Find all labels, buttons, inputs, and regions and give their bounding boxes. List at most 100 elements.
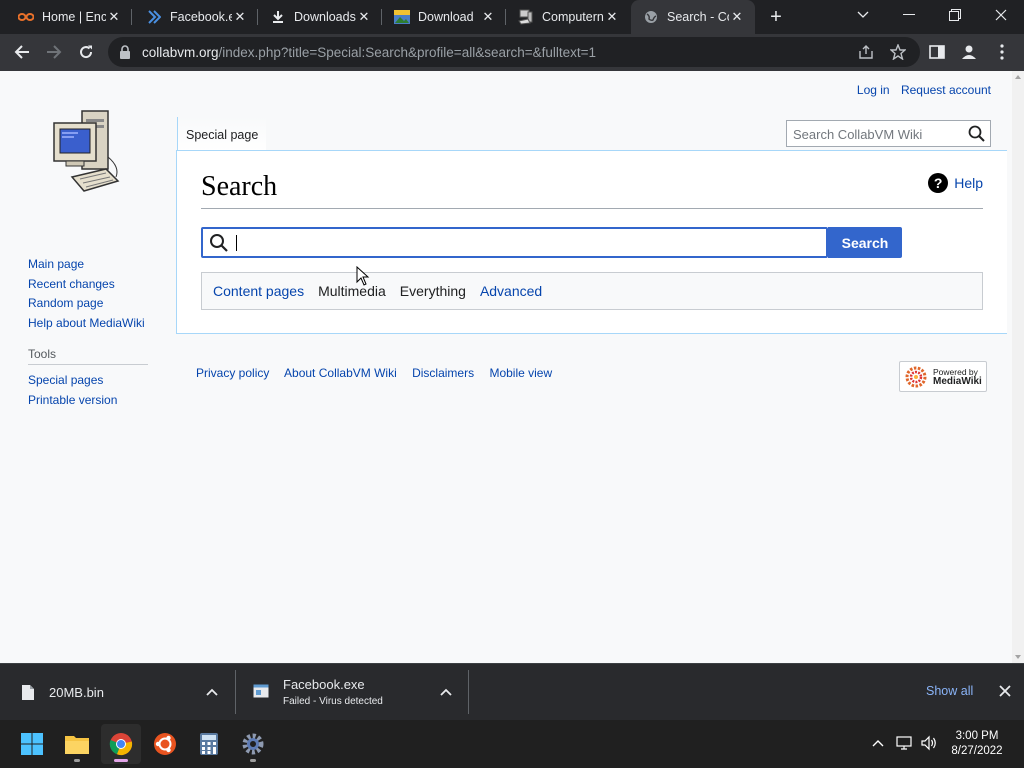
profile-advanced[interactable]: Advanced <box>480 283 542 299</box>
personal-tools: Log in Request account <box>849 83 991 97</box>
close-icon[interactable]: ✕ <box>232 9 248 25</box>
tab-strip: Home | Enc ✕ Facebook.e ✕ Downloads ✕ Do… <box>0 0 1024 34</box>
close-icon[interactable]: ✕ <box>106 9 122 25</box>
url-text: collabvm.org/index.php?title=Special:Sea… <box>142 45 596 60</box>
tab-facebook-exe[interactable]: Facebook.e ✕ <box>134 0 258 34</box>
tab-search-active[interactable]: Search - Co ✕ <box>631 0 755 34</box>
tab-computern[interactable]: Computern ✕ <box>506 0 630 34</box>
share-icon[interactable] <box>857 43 875 61</box>
tab-download[interactable]: Download ✕ <box>382 0 506 34</box>
volume-icon[interactable] <box>920 734 938 752</box>
back-button[interactable] <box>9 39 35 65</box>
footer-mobile-view[interactable]: Mobile view <box>489 366 552 380</box>
tab-title: Download <box>418 10 474 24</box>
calculator-icon <box>200 733 218 755</box>
chevron-up-icon[interactable] <box>439 685 453 699</box>
footer-about[interactable]: About CollabVM Wiki <box>284 366 397 380</box>
show-all-downloads-link[interactable]: Show all <box>926 684 973 698</box>
request-account-link[interactable]: Request account <box>901 83 991 97</box>
site-logo[interactable] <box>50 107 126 195</box>
minimize-button[interactable] <box>886 0 932 30</box>
tools-heading-label: Tools <box>28 347 57 361</box>
close-window-button[interactable] <box>978 0 1024 30</box>
running-indicator <box>74 759 80 762</box>
search-query-input[interactable] <box>201 227 828 258</box>
search-button[interactable]: Search <box>828 227 902 258</box>
close-icon[interactable]: ✕ <box>480 9 496 25</box>
tab-downloads[interactable]: Downloads ✕ <box>258 0 382 34</box>
mediawiki-flower-icon <box>905 366 927 388</box>
file-explorer-icon <box>65 736 89 754</box>
start-button[interactable] <box>12 724 52 764</box>
content-area: Search ? Help Search Content pages Multi… <box>176 150 1007 334</box>
sidebar-item-printable-version[interactable]: Printable version <box>28 393 148 413</box>
download-info: Facebook.exe Failed - Virus detected <box>283 677 383 707</box>
powered-by-mediawiki-badge[interactable]: Powered by MediaWiki <box>899 361 987 392</box>
chevron-up-icon[interactable] <box>205 685 219 699</box>
close-icon[interactable] <box>997 683 1013 699</box>
sidebar-item-help[interactable]: Help about MediaWiki <box>28 316 148 336</box>
system-clock[interactable]: 3:00 PM 8/27/2022 <box>946 729 1008 759</box>
tab-special-page[interactable]: Special page <box>177 117 267 151</box>
url-host: collabvm.org <box>142 45 219 60</box>
footer-privacy-policy[interactable]: Privacy policy <box>196 366 269 380</box>
settings-icon <box>242 733 264 755</box>
sidebar-item-special-pages[interactable]: Special pages <box>28 373 148 393</box>
menu-kebab-icon[interactable] <box>989 39 1015 65</box>
file-explorer-button[interactable] <box>57 724 97 764</box>
side-panel-icon[interactable] <box>924 39 950 65</box>
sidebar-item-recent-changes[interactable]: Recent changes <box>28 277 148 297</box>
exe-file-icon <box>253 684 269 701</box>
close-icon[interactable]: ✕ <box>604 9 620 25</box>
profile-avatar-icon[interactable] <box>956 39 982 65</box>
login-link[interactable]: Log in <box>857 83 890 97</box>
search-profile-tabs: Content pages Multimedia Everything Adva… <box>201 272 983 310</box>
profile-content-pages[interactable]: Content pages <box>213 283 304 299</box>
help-link[interactable]: ? Help <box>928 173 983 193</box>
help-label[interactable]: Help <box>954 175 983 191</box>
web-page: Log in Request account Main page Recent … <box>0 71 1024 663</box>
bookmark-star-icon[interactable] <box>889 43 907 61</box>
chrome-button[interactable] <box>101 724 141 764</box>
orange-logo-icon <box>18 9 34 25</box>
restore-button[interactable] <box>932 0 978 30</box>
chevron-favicon-icon <box>146 9 162 25</box>
forward-button[interactable] <box>41 39 67 65</box>
scroll-up-icon[interactable] <box>1015 75 1021 79</box>
settings-button[interactable] <box>233 724 273 764</box>
search-icon <box>209 233 229 253</box>
chevron-up-icon[interactable] <box>869 734 887 752</box>
address-bar[interactable]: collabvm.org/index.php?title=Special:Sea… <box>108 37 920 67</box>
chrome-icon <box>109 733 133 756</box>
start-icon <box>21 733 43 755</box>
download-shelf: 20MB.bin Facebook.exe Failed - Virus det… <box>0 663 1024 720</box>
calculator-button[interactable] <box>189 724 229 764</box>
scroll-down-icon[interactable] <box>1015 655 1021 659</box>
ubuntu-button[interactable] <box>145 724 185 764</box>
profile-multimedia[interactable]: Multimedia <box>318 283 386 299</box>
download-item-facebook-exe[interactable]: Facebook.exe Failed - Virus detected <box>253 664 469 720</box>
network-icon[interactable] <box>896 734 914 752</box>
footer-disclaimers[interactable]: Disclaimers <box>412 366 474 380</box>
sidebar-navigation: Main page Recent changes Random page Hel… <box>28 257 148 412</box>
lock-icon[interactable] <box>118 45 132 59</box>
profile-everything[interactable]: Everything <box>400 283 466 299</box>
sidebar-item-main-page[interactable]: Main page <box>28 257 148 277</box>
url-path: /index.php?title=Special:Search&profile=… <box>218 45 597 60</box>
download-item-20mb[interactable]: 20MB.bin <box>21 664 236 720</box>
tab-title: Search - Co <box>667 10 729 24</box>
reload-button[interactable] <box>73 39 99 65</box>
close-icon[interactable]: ✕ <box>356 9 372 25</box>
page-scrollbar[interactable] <box>1012 71 1024 663</box>
tab-home-enc[interactable]: Home | Enc ✕ <box>6 0 132 34</box>
text-caret <box>236 235 237 251</box>
sidebar-item-random-page[interactable]: Random page <box>28 296 148 316</box>
running-indicator <box>114 759 128 762</box>
new-tab-button[interactable]: + <box>764 6 788 28</box>
tab-search-dropdown-icon[interactable] <box>840 0 886 30</box>
wiki-search-input[interactable]: Search CollabVM Wiki <box>786 120 991 147</box>
close-icon[interactable]: ✕ <box>729 9 745 25</box>
help-question-icon[interactable]: ? <box>928 173 949 193</box>
computer-favicon-icon <box>518 9 534 25</box>
search-icon[interactable] <box>968 125 985 142</box>
